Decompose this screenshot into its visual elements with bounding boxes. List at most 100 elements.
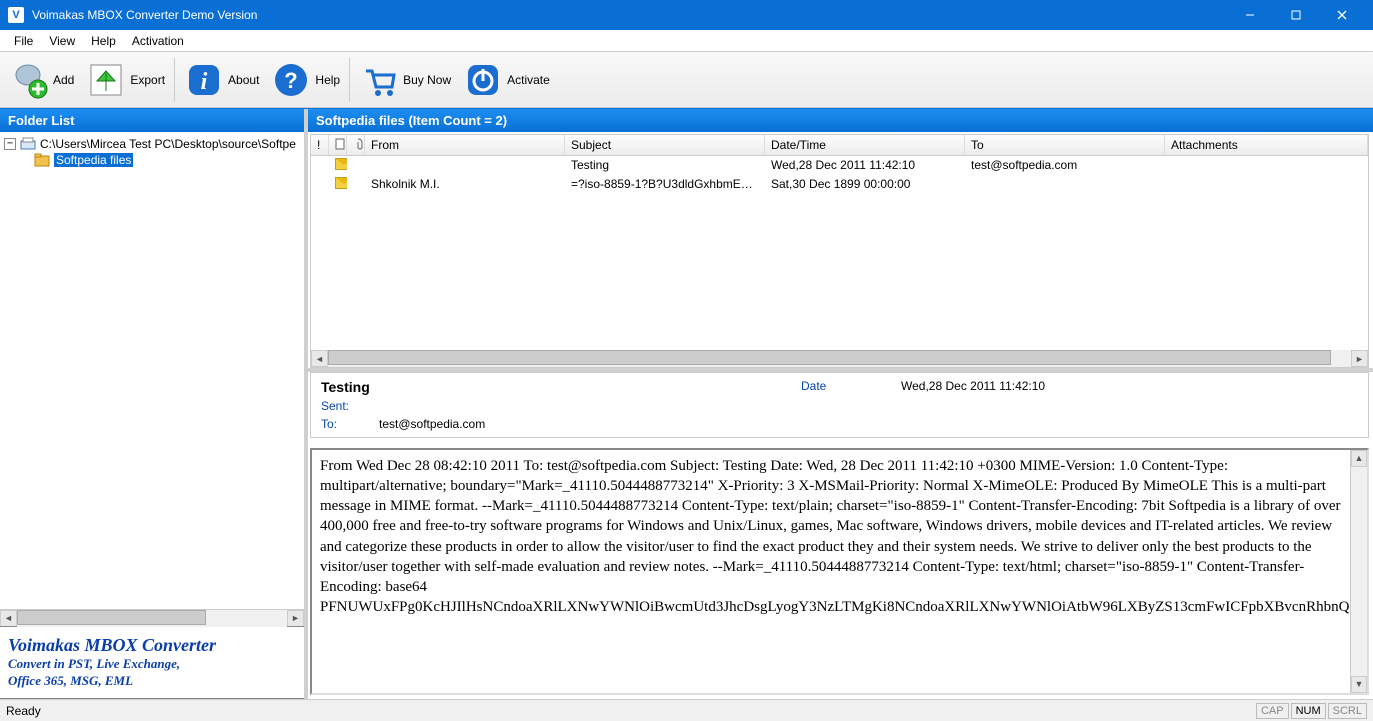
- col-from[interactable]: From: [365, 135, 565, 155]
- tree-child-row[interactable]: Softpedia files: [0, 152, 304, 168]
- add-label: Add: [53, 73, 74, 87]
- table-row[interactable]: Testing Wed,28 Dec 2011 11:42:10 test@so…: [311, 156, 1368, 175]
- cell-att: [1165, 176, 1368, 193]
- menu-view[interactable]: View: [41, 32, 83, 50]
- scroll-left-icon[interactable]: ◄: [311, 350, 328, 367]
- help-icon: ?: [271, 60, 311, 100]
- cell-to: test@softpedia.com: [965, 157, 1165, 174]
- toolbar-separator: [349, 58, 350, 102]
- minimize-button[interactable]: [1227, 0, 1273, 30]
- scroll-track[interactable]: [328, 350, 1351, 367]
- col-icon[interactable]: [329, 135, 347, 155]
- scroll-thumb[interactable]: [328, 350, 1331, 365]
- titlebar: V Voimakas MBOX Converter Demo Version: [0, 0, 1373, 30]
- drive-icon: [20, 137, 36, 151]
- status-num: NUM: [1291, 703, 1326, 719]
- scroll-thumb[interactable]: [17, 610, 206, 625]
- left-panel: Folder List − C:\Users\Mircea Test PC\De…: [0, 109, 308, 699]
- preview-sent-label: Sent:: [321, 399, 379, 413]
- close-button[interactable]: [1319, 0, 1365, 30]
- preview-to-value: test@softpedia.com: [379, 417, 485, 431]
- body-vscroll[interactable]: ▲ ▼: [1350, 450, 1367, 694]
- folder-icon: [34, 153, 50, 167]
- right-panel: Softpedia files (Item Count = 2) ! From …: [308, 109, 1373, 699]
- main-area: Folder List − C:\Users\Mircea Test PC\De…: [0, 108, 1373, 699]
- activate-button[interactable]: Activate: [458, 56, 555, 104]
- cell-from: [365, 157, 565, 174]
- cell-subject: Testing: [565, 157, 765, 174]
- buy-label: Buy Now: [403, 73, 451, 87]
- mail-icon: [335, 158, 347, 170]
- preview-to-label: To:: [321, 417, 379, 431]
- maximize-button[interactable]: [1273, 0, 1319, 30]
- grid-body[interactable]: Testing Wed,28 Dec 2011 11:42:10 test@so…: [311, 156, 1368, 350]
- scroll-track[interactable]: [17, 610, 287, 627]
- col-datetime[interactable]: Date/Time: [765, 135, 965, 155]
- tree-hscroll[interactable]: ◄ ►: [0, 609, 304, 626]
- svg-text:?: ?: [285, 68, 298, 93]
- grid-header-row: ! From Subject Date/Time To Attachments: [311, 135, 1368, 156]
- scroll-right-icon[interactable]: ►: [1351, 350, 1368, 367]
- col-subject[interactable]: Subject: [565, 135, 765, 155]
- app-icon: V: [8, 7, 24, 23]
- statusbar: Ready CAP NUM SCRL: [0, 699, 1373, 721]
- menubar: File View Help Activation: [0, 30, 1373, 52]
- about-button[interactable]: i About: [179, 56, 264, 104]
- col-attachments[interactable]: Attachments: [1165, 135, 1368, 155]
- branding-box: Voimakas MBOX Converter Convert in PST, …: [0, 626, 304, 699]
- col-attach[interactable]: [347, 135, 365, 155]
- preview-date-label: Date: [801, 379, 861, 395]
- menu-file[interactable]: File: [6, 32, 41, 50]
- cell-datetime: Wed,28 Dec 2011 11:42:10: [765, 157, 965, 174]
- cell-from: Shkolnik M.I.: [365, 176, 565, 193]
- add-icon: [9, 60, 49, 100]
- scroll-left-icon[interactable]: ◄: [0, 610, 17, 627]
- status-text: Ready: [6, 704, 41, 718]
- status-cap: CAP: [1256, 703, 1289, 719]
- cell-to: [965, 176, 1165, 193]
- about-label: About: [228, 73, 259, 87]
- cell-subject: =?iso-8859-1?B?U3dldGxhbmEgTm92...: [565, 176, 765, 193]
- export-button[interactable]: Export: [81, 56, 170, 104]
- info-icon: i: [184, 60, 224, 100]
- col-to[interactable]: To: [965, 135, 1165, 155]
- menu-activation[interactable]: Activation: [124, 32, 192, 50]
- cart-icon: [359, 60, 399, 100]
- svg-text:i: i: [201, 69, 208, 95]
- buy-now-button[interactable]: Buy Now: [354, 56, 456, 104]
- mail-icon: [335, 177, 347, 189]
- message-list-header: Softpedia files (Item Count = 2): [308, 109, 1373, 132]
- tree-root-label: C:\Users\Mircea Test PC\Desktop\source\S…: [40, 137, 296, 151]
- export-label: Export: [130, 73, 165, 87]
- folder-tree[interactable]: − C:\Users\Mircea Test PC\Desktop\source…: [0, 132, 304, 609]
- toolbar: Add Export i About ? Help Buy Now Activa…: [0, 52, 1373, 108]
- tree-root-row[interactable]: − C:\Users\Mircea Test PC\Desktop\source…: [0, 136, 304, 152]
- message-body-text: From Wed Dec 28 08:42:10 2011 To: test@s…: [320, 456, 1359, 618]
- tree-collapse-icon[interactable]: −: [4, 138, 16, 150]
- preview-date-value: Wed,28 Dec 2011 11:42:10: [901, 379, 1045, 395]
- scroll-down-icon[interactable]: ▼: [1351, 676, 1367, 693]
- tree-child-label: Softpedia files: [54, 153, 133, 167]
- menu-help[interactable]: Help: [83, 32, 124, 50]
- add-button[interactable]: Add: [4, 56, 79, 104]
- branding-title: Voimakas MBOX Converter: [8, 635, 296, 656]
- preview-pane: Testing Date Wed,28 Dec 2011 11:42:10 Se…: [310, 372, 1369, 438]
- folder-list-header: Folder List: [0, 109, 304, 132]
- toolbar-separator: [174, 58, 175, 102]
- status-scrl: SCRL: [1328, 703, 1367, 719]
- help-label: Help: [315, 73, 340, 87]
- branding-line2: Office 365, MSG, EML: [8, 673, 296, 690]
- message-body[interactable]: From Wed Dec 28 08:42:10 2011 To: test@s…: [310, 448, 1369, 696]
- col-importance[interactable]: !: [311, 135, 329, 155]
- message-grid: ! From Subject Date/Time To Attachments …: [310, 134, 1369, 368]
- cell-att: [1165, 157, 1368, 174]
- grid-hscroll[interactable]: ◄ ►: [311, 350, 1368, 367]
- branding-line1: Convert in PST, Live Exchange,: [8, 656, 296, 673]
- export-icon: [86, 60, 126, 100]
- help-button[interactable]: ? Help: [266, 56, 345, 104]
- activate-label: Activate: [507, 73, 550, 87]
- preview-subject: Testing: [321, 379, 761, 395]
- table-row[interactable]: Shkolnik M.I. =?iso-8859-1?B?U3dldGxhbmE…: [311, 175, 1368, 194]
- scroll-right-icon[interactable]: ►: [287, 610, 304, 627]
- scroll-up-icon[interactable]: ▲: [1351, 450, 1367, 467]
